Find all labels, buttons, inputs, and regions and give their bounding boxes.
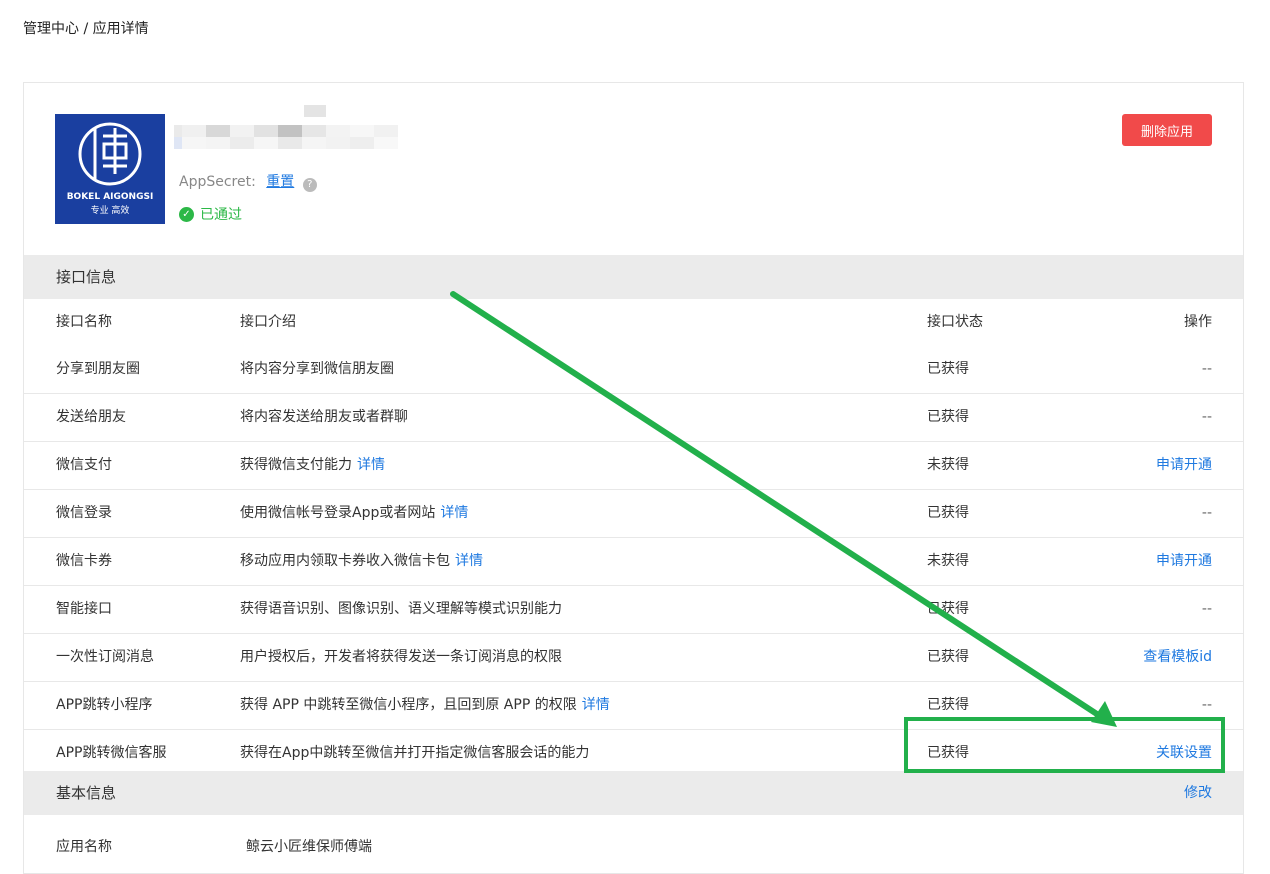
api-row: 发送给朋友 将内容发送给朋友或者群聊 已获得 -- (24, 394, 1243, 442)
app-name-value: 鲸云小匠维保师傅端 (246, 839, 372, 855)
api-row: 一次性订阅消息 用户授权后，开发者将获得发送一条订阅消息的权限 已获得 查看模板id (24, 634, 1243, 682)
api-desc-text: 将内容发送给朋友或者群聊 (240, 409, 408, 425)
api-op-none: -- (1201, 697, 1212, 713)
api-table-header: 接口名称 接口介绍 接口状态 操作 (24, 299, 1243, 346)
app-logo: BOKEL AIGONGSI 专业 高效 (55, 114, 165, 224)
api-table: 接口名称 接口介绍 接口状态 操作 分享到朋友圈 将内容分享到微信朋友圈 已获得 --… (24, 299, 1243, 778)
appsecret-label: AppSecret: (179, 174, 256, 190)
api-row: 智能接口 获得语音识别、图像识别、语义理解等模式识别能力 已获得 -- (24, 586, 1243, 634)
app-status-text: 已通过 (200, 207, 242, 223)
api-desc-text: 将内容分享到微信朋友圈 (240, 361, 394, 377)
api-desc: 获得 APP 中跳转至微信小程序，且回到原 APP 的权限 详情 (240, 682, 610, 729)
api-desc: 使用微信帐号登录App或者网站 详情 (240, 490, 468, 537)
api-desc-text: 获得语音识别、图像识别、语义理解等模式识别能力 (240, 601, 562, 617)
appsecret-line: AppSecret: 重置 ? (179, 171, 317, 192)
api-desc-text: 使用微信帐号登录App或者网站 (240, 505, 436, 521)
api-status: 已获得 (927, 361, 969, 377)
logo-text-sub: 专业 高效 (91, 204, 130, 216)
api-name: 智能接口 (56, 601, 112, 617)
api-op-none: -- (1201, 409, 1212, 425)
api-status: 已获得 (927, 409, 969, 425)
logo-text-main: BOKEL AIGONGSI (67, 192, 154, 202)
delete-app-button[interactable]: 删除应用 (1122, 114, 1212, 146)
api-detail-link[interactable]: 详情 (455, 553, 483, 569)
api-op-none: -- (1201, 601, 1212, 617)
api-desc: 获得在App中跳转至微信并打开指定微信客服会话的能力 (240, 730, 589, 777)
api-name: APP跳转小程序 (56, 697, 153, 713)
edit-basic-info-link[interactable]: 修改 (1184, 771, 1212, 815)
api-row: 微信卡券 移动应用内领取卡券收入微信卡包 详情 未获得 申请开通 (24, 538, 1243, 586)
api-status: 未获得 (927, 457, 969, 473)
breadcrumb: 管理中心 / 应用详情 (23, 21, 149, 37)
col-header-op: 操作 (1184, 314, 1212, 330)
api-desc: 移动应用内领取卡券收入微信卡包 详情 (240, 538, 483, 585)
api-status: 已获得 (927, 505, 969, 521)
api-op-link[interactable]: 关联设置 (1156, 730, 1212, 777)
api-desc-text: 获得在App中跳转至微信并打开指定微信客服会话的能力 (240, 745, 590, 761)
api-name: APP跳转微信客服 (56, 745, 167, 761)
api-desc-text: 获得 APP 中跳转至微信小程序，且回到原 APP 的权限 (240, 697, 577, 713)
api-desc-text: 移动应用内领取卡券收入微信卡包 (240, 553, 450, 569)
api-row: 分享到朋友圈 将内容分享到微信朋友圈 已获得 -- (24, 346, 1243, 394)
col-header-name: 接口名称 (56, 314, 112, 330)
api-desc-text: 获得微信支付能力 (240, 457, 352, 473)
api-status: 已获得 (927, 649, 969, 665)
basic-section-title: 基本信息 (56, 784, 117, 802)
api-desc: 将内容发送给朋友或者群聊 (240, 394, 408, 441)
api-desc: 获得语音识别、图像识别、语义理解等模式识别能力 (240, 586, 562, 633)
api-desc: 用户授权后，开发者将获得发送一条订阅消息的权限 (240, 634, 562, 681)
api-op-link[interactable]: 查看模板id (1143, 634, 1212, 681)
api-detail-link[interactable]: 详情 (357, 457, 385, 473)
api-name: 分享到朋友圈 (56, 361, 140, 377)
api-detail-link[interactable]: 详情 (440, 505, 468, 521)
api-desc: 获得微信支付能力 详情 (240, 442, 385, 489)
reset-secret-link[interactable]: 重置 (266, 174, 294, 190)
api-status: 已获得 (927, 745, 969, 761)
api-section-header: 接口信息 (24, 255, 1243, 299)
api-name: 微信卡券 (56, 553, 112, 569)
api-name: 发送给朋友 (56, 409, 126, 425)
basic-section-header: 基本信息 修改 (24, 771, 1243, 815)
app-status: ✓ 已通过 (179, 204, 242, 224)
api-section-title: 接口信息 (56, 268, 117, 286)
api-op-link[interactable]: 申请开通 (1156, 442, 1212, 489)
api-desc-text: 用户授权后，开发者将获得发送一条订阅消息的权限 (240, 649, 562, 665)
api-status: 未获得 (927, 553, 969, 569)
api-row: 微信支付 获得微信支付能力 详情 未获得 申请开通 (24, 442, 1243, 490)
api-status: 已获得 (927, 601, 969, 617)
api-name: 微信支付 (56, 457, 112, 473)
col-header-status: 接口状态 (927, 314, 983, 330)
app-name-row: 应用名称 鲸云小匠维保师傅端 (24, 827, 1243, 867)
api-detail-link[interactable]: 详情 (582, 697, 610, 713)
col-header-desc: 接口介绍 (240, 314, 296, 330)
api-name: 一次性订阅消息 (56, 649, 154, 665)
api-op-none: -- (1201, 361, 1212, 377)
check-circle-icon: ✓ (179, 206, 194, 222)
api-row: 微信登录 使用微信帐号登录App或者网站 详情 已获得 -- (24, 490, 1243, 538)
app-name-label: 应用名称 (56, 839, 112, 855)
app-detail-card: BOKEL AIGONGSI 专业 高效 AppSecret: 重置 ? ✓ 已… (23, 82, 1244, 874)
api-status: 已获得 (927, 697, 969, 713)
api-row: APP跳转小程序 获得 APP 中跳转至微信小程序，且回到原 APP 的权限 详情 已… (24, 682, 1243, 730)
help-icon[interactable]: ? (302, 178, 317, 192)
api-op-none: -- (1201, 505, 1212, 521)
api-name: 微信登录 (56, 505, 112, 521)
api-op-link[interactable]: 申请开通 (1156, 538, 1212, 585)
api-desc: 将内容分享到微信朋友圈 (240, 346, 394, 393)
